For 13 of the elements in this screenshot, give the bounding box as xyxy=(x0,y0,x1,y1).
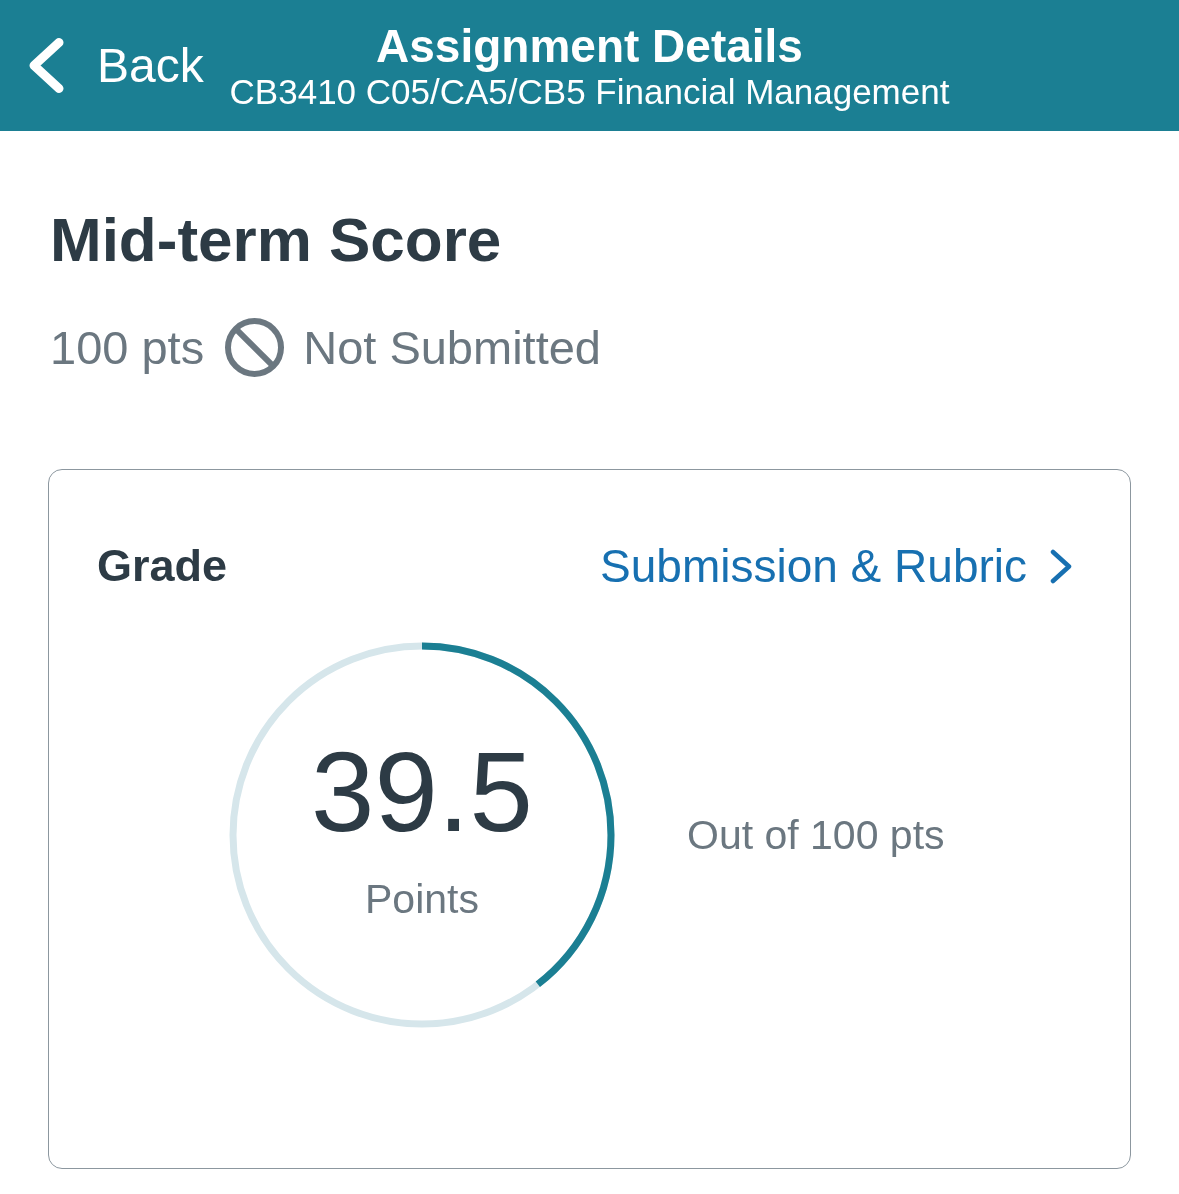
score-value: 39.5 xyxy=(311,735,533,849)
submission-rubric-link[interactable]: Submission & Rubric xyxy=(600,539,1072,593)
grade-heading: Grade xyxy=(97,539,228,593)
course-subtitle: CB3410 C05/CA5/CB5 Financial Management xyxy=(229,71,950,112)
points-possible: 100 pts xyxy=(50,319,205,376)
chevron-left-icon xyxy=(28,37,65,94)
submission-status: Not Submitted xyxy=(303,319,601,376)
chevron-right-icon xyxy=(1050,548,1072,584)
page-title: Assignment Details xyxy=(376,19,803,72)
score-unit: Points xyxy=(365,879,479,920)
back-button[interactable]: Back xyxy=(28,37,204,94)
assignment-title: Mid-term Score xyxy=(50,204,502,276)
points-total: Out of 100 pts xyxy=(687,811,945,859)
